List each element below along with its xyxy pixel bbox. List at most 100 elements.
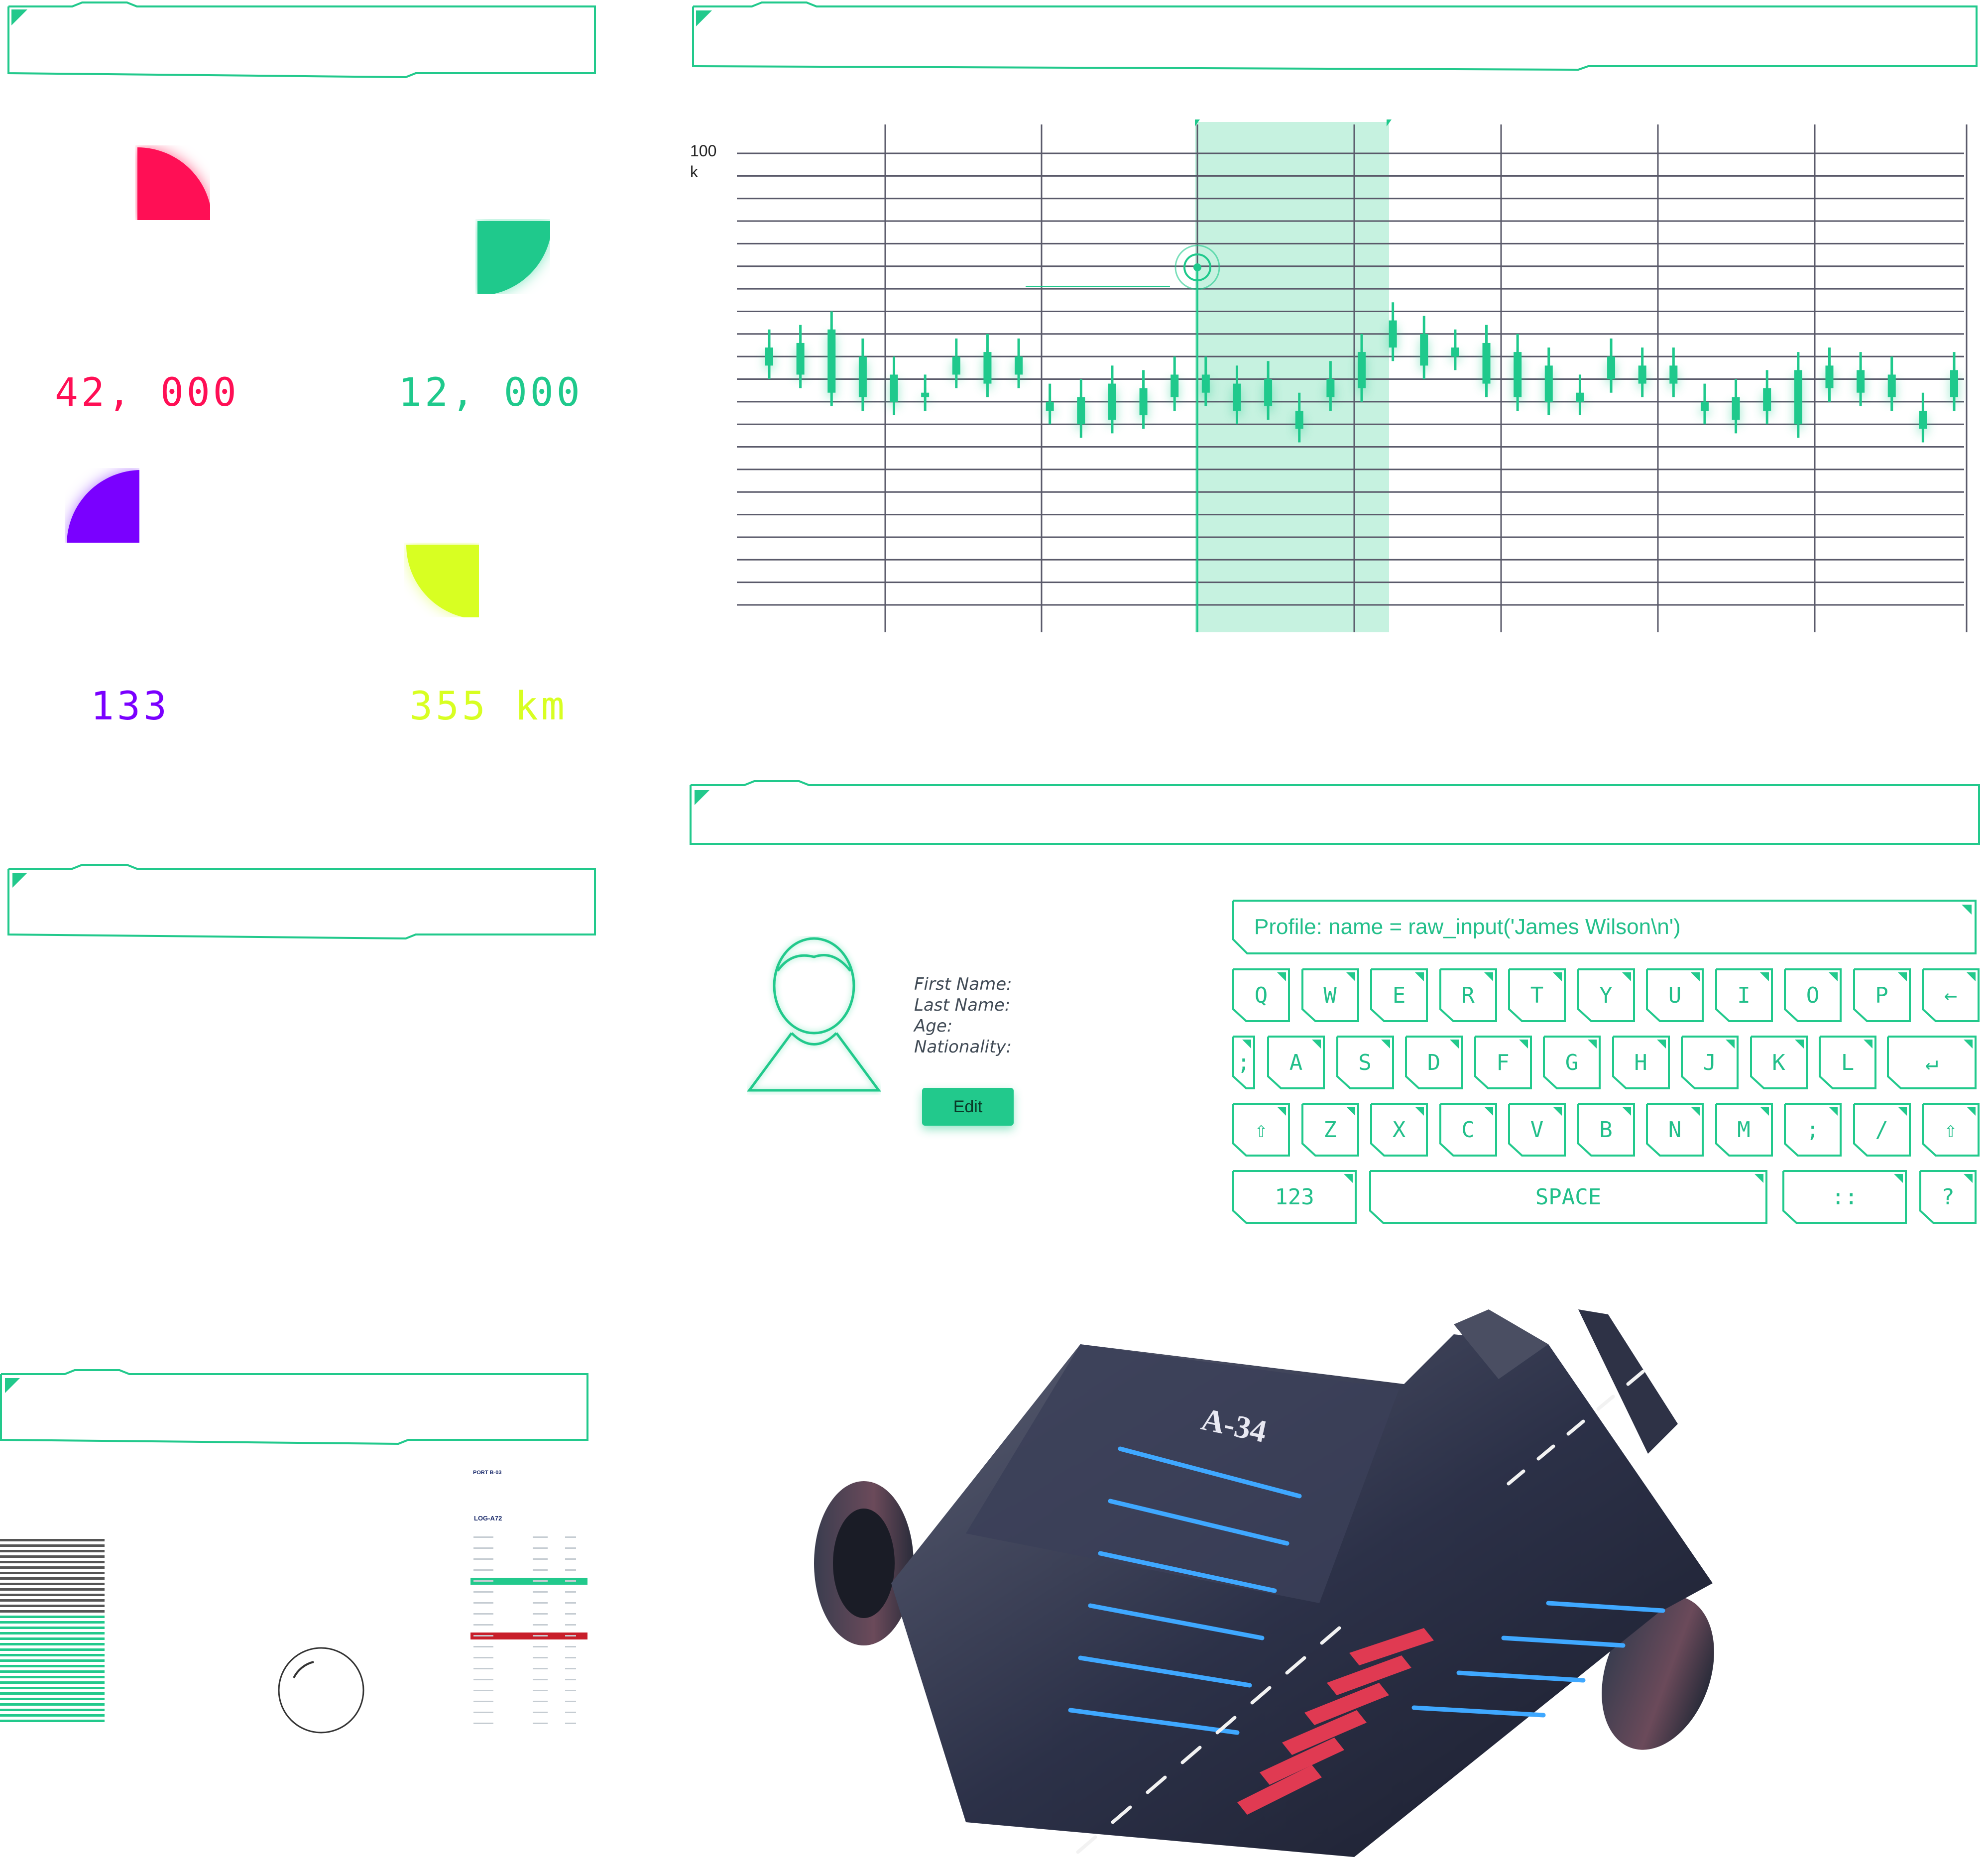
key-backspace[interactable]: ←	[1922, 968, 1980, 1022]
stat-value-red: 42, 000	[55, 370, 239, 415]
candlestick-chart[interactable]: 100 k	[687, 119, 1972, 637]
stat-quadrant-green-icon	[477, 221, 550, 294]
first-name-label: First Name:	[914, 974, 1012, 994]
key-l-label: L	[1841, 1050, 1855, 1075]
level-bar	[0, 1566, 105, 1569]
key-s-label: S	[1358, 1050, 1372, 1075]
key-question[interactable]: ?	[1919, 1170, 1977, 1224]
key-r3-10[interactable]: ⇧	[1922, 1103, 1980, 1157]
key-f-label: F	[1496, 1050, 1510, 1075]
key-p[interactable]: P	[1853, 968, 1911, 1022]
key-p-label: P	[1875, 982, 1888, 1008]
level-bar	[0, 1720, 105, 1722]
level-bar	[0, 1681, 105, 1684]
candle	[890, 356, 898, 416]
key-space-label: SPACE	[1535, 1184, 1602, 1210]
level-bar	[0, 1544, 105, 1547]
panel-header-profile	[690, 779, 1982, 846]
key-enter-label: ↵	[1925, 1050, 1939, 1075]
candle	[827, 311, 836, 406]
key-space[interactable]: SPACE	[1369, 1170, 1767, 1224]
candle	[1700, 383, 1709, 425]
key-r3-2[interactable]: X	[1370, 1103, 1428, 1157]
log-row	[473, 1569, 576, 1571]
key-f[interactable]: F	[1474, 1036, 1532, 1089]
key-r3-3[interactable]: C	[1439, 1103, 1497, 1157]
log-row	[473, 1536, 576, 1538]
key-123[interactable]: 123	[1232, 1170, 1357, 1224]
key-j[interactable]: J	[1681, 1036, 1739, 1089]
log-row	[473, 1712, 576, 1713]
key-e[interactable]: E	[1370, 968, 1428, 1022]
stat-value-green: 12, 000	[398, 370, 583, 415]
level-bar	[0, 1687, 105, 1689]
key-a-label: A	[1289, 1050, 1303, 1075]
key-semicolon-left-label: ;	[1237, 1050, 1251, 1075]
key-r3-1-label: Z	[1323, 1117, 1337, 1143]
candle	[1451, 329, 1459, 370]
key-enter[interactable]: ↵	[1887, 1036, 1977, 1089]
key-q[interactable]: Q	[1232, 968, 1290, 1022]
key-q-label: Q	[1254, 982, 1268, 1008]
key-s[interactable]: S	[1336, 1036, 1394, 1089]
key-l[interactable]: L	[1819, 1036, 1876, 1089]
key-t-label: T	[1530, 982, 1544, 1008]
level-bar	[0, 1594, 105, 1596]
key-k[interactable]: K	[1750, 1036, 1808, 1089]
key-r3-7[interactable]: M	[1715, 1103, 1773, 1157]
key-i[interactable]: I	[1715, 968, 1773, 1022]
key-r3-1[interactable]: Z	[1301, 1103, 1359, 1157]
key-t[interactable]: T	[1508, 968, 1566, 1022]
command-input-text: Profile: name = raw_input('James Wilson\…	[1254, 915, 1681, 939]
edit-button[interactable]: Edit	[922, 1088, 1014, 1126]
key-a[interactable]: A	[1267, 1036, 1325, 1089]
level-bar	[0, 1572, 105, 1574]
candle	[1919, 392, 1927, 443]
level-bar	[0, 1676, 105, 1678]
stat-quadrant-purple-icon	[67, 470, 139, 543]
candle	[1046, 383, 1054, 425]
key-grid[interactable]: ::	[1782, 1170, 1907, 1224]
log-row	[470, 1578, 587, 1585]
key-g[interactable]: G	[1543, 1036, 1601, 1089]
level-bar	[0, 1698, 105, 1700]
candle	[983, 334, 992, 397]
stat-quadrant-yellow-icon	[406, 545, 479, 617]
key-o[interactable]: O	[1784, 968, 1842, 1022]
key-r3-5[interactable]: B	[1577, 1103, 1635, 1157]
key-y[interactable]: Y	[1577, 968, 1635, 1022]
level-bar	[0, 1692, 105, 1695]
key-r3-8[interactable]: ;	[1784, 1103, 1842, 1157]
key-r3-6[interactable]: N	[1646, 1103, 1704, 1157]
level-bar	[0, 1550, 105, 1552]
key-w[interactable]: W	[1301, 968, 1359, 1022]
log-row	[473, 1690, 576, 1691]
candle	[921, 374, 930, 411]
panel-header-bottom	[0, 1369, 590, 1445]
key-w-label: W	[1323, 982, 1337, 1008]
key-d[interactable]: D	[1405, 1036, 1463, 1089]
key-u[interactable]: U	[1646, 968, 1704, 1022]
key-r[interactable]: R	[1439, 968, 1497, 1022]
level-bar	[0, 1714, 105, 1717]
key-r3-6-label: N	[1668, 1117, 1682, 1143]
key-r3-0[interactable]: ⇧	[1232, 1103, 1290, 1157]
level-bar	[0, 1703, 105, 1706]
candle	[1763, 370, 1771, 425]
level-bar	[0, 1555, 105, 1558]
level-bar	[0, 1588, 105, 1591]
key-r3-4[interactable]: V	[1508, 1103, 1566, 1157]
log-row	[473, 1679, 576, 1680]
candle	[1607, 338, 1616, 393]
level-bar	[0, 1637, 105, 1640]
level-bar	[0, 1709, 105, 1711]
command-input[interactable]: Profile: name = raw_input('James Wilson\…	[1232, 900, 1977, 954]
candle	[1170, 356, 1179, 411]
log-row	[473, 1613, 576, 1615]
key-h[interactable]: H	[1612, 1036, 1670, 1089]
level-bar	[0, 1616, 105, 1618]
key-r3-9[interactable]: /	[1853, 1103, 1911, 1157]
candle	[1015, 338, 1023, 388]
level-bars	[0, 1539, 105, 1722]
key-semicolon-left[interactable]: ;	[1232, 1036, 1255, 1089]
